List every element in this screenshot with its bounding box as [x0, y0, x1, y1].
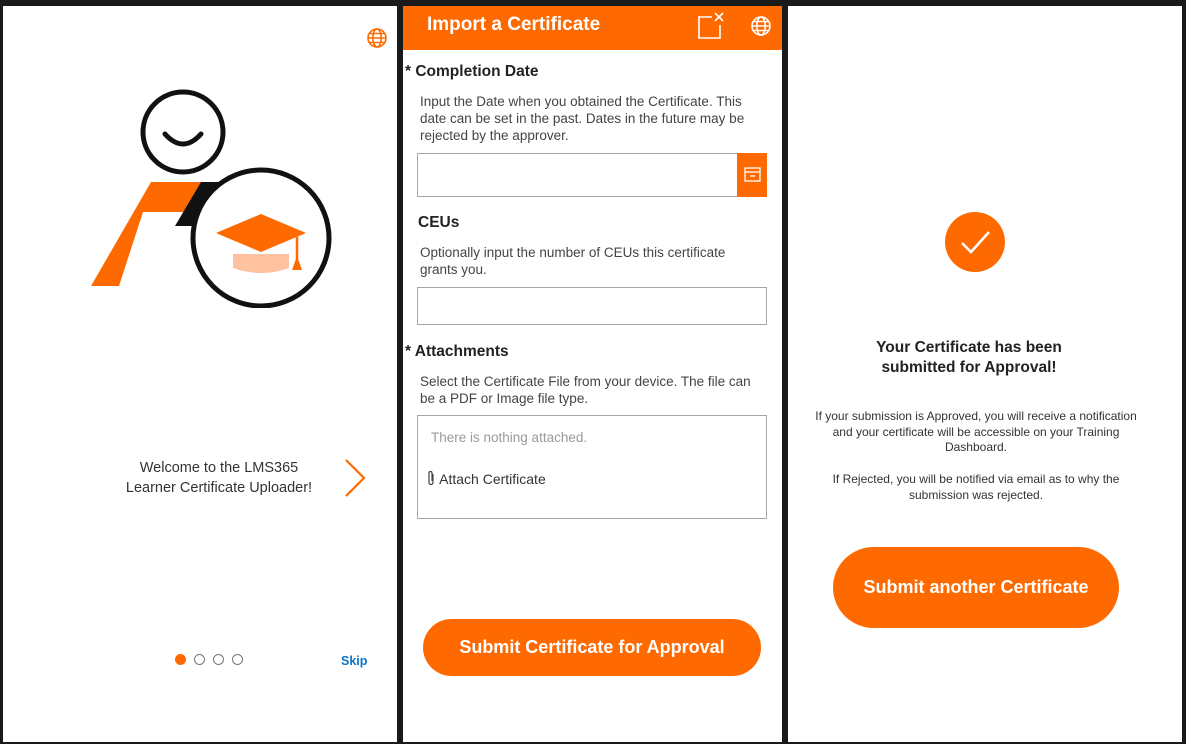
next-slide-button[interactable]: [341, 456, 371, 500]
submit-another-button[interactable]: Submit another Certificate: [833, 547, 1119, 628]
attach-certificate-label: Attach Certificate: [439, 471, 546, 487]
smiley-face-icon: [140, 89, 226, 175]
page-dot-1[interactable]: [175, 654, 186, 665]
submission-success-panel: Your Certificate has been submitted for …: [788, 6, 1182, 742]
completion-date-label: * Completion Date: [405, 63, 539, 81]
calendar-icon: [744, 167, 761, 182]
import-certificate-panel: Import a Certificate * Completion Date I…: [403, 6, 782, 742]
attachments-label: * Attachments: [405, 343, 509, 361]
attachments-empty-text: There is nothing attached.: [431, 430, 588, 445]
attach-certificate-button[interactable]: Attach Certificate: [426, 470, 546, 487]
required-mark: *: [405, 63, 412, 80]
page-dot-3[interactable]: [213, 654, 224, 665]
welcome-message: Welcome to the LMS365 Learner Certificat…: [103, 458, 335, 498]
success-title: Your Certificate has been submitted for …: [828, 338, 1110, 378]
app-header: Import a Certificate: [403, 6, 782, 50]
page-dot-4[interactable]: [232, 654, 243, 665]
language-button[interactable]: [365, 26, 389, 50]
completion-date-field[interactable]: [417, 153, 767, 197]
paperclip-icon: [428, 470, 434, 486]
date-picker-button[interactable]: [737, 153, 767, 197]
approved-info-text: If your submission is Approved, you will…: [815, 409, 1137, 454]
page-dot-2[interactable]: [194, 654, 205, 665]
ceus-input[interactable]: [417, 287, 767, 325]
completion-date-label-text: Completion Date: [415, 63, 539, 80]
skip-link[interactable]: Skip: [341, 654, 367, 668]
globe-icon: [751, 16, 771, 36]
learner-illustration: [91, 89, 332, 308]
completion-date-help: Input the Date when you obtained the Cer…: [420, 94, 745, 143]
close-popout-button[interactable]: [697, 12, 725, 40]
onboarding-panel: Welcome to the LMS365 Learner Certificat…: [3, 6, 397, 742]
success-title-line-1: Your Certificate has been: [876, 339, 1062, 356]
checkmark-icon: [945, 212, 1005, 272]
globe-icon: [367, 28, 387, 48]
attachments-help: Select the Certificate File from your de…: [420, 374, 751, 406]
language-button[interactable]: [749, 14, 773, 38]
chevron-right-icon: [345, 459, 366, 497]
success-title-line-2: submitted for Approval!: [881, 359, 1057, 376]
required-mark: *: [405, 343, 412, 360]
submit-approval-button[interactable]: Submit Certificate for Approval: [423, 619, 761, 676]
welcome-line-1: Welcome to the LMS365: [139, 460, 299, 476]
ceus-help: Optionally input the number of CEUs this…: [420, 245, 726, 277]
welcome-line-2: Learner Certificate Uploader!: [125, 480, 313, 496]
attachments-label-text: Attachments: [414, 343, 509, 360]
attachments-box: There is nothing attached. Attach Certif…: [417, 415, 767, 519]
page-title: Import a Certificate: [427, 14, 601, 35]
ceus-label: CEUs: [418, 214, 460, 231]
rejected-info-text: If Rejected, you will be notified via em…: [832, 472, 1120, 502]
popout-close-icon: [698, 12, 724, 39]
